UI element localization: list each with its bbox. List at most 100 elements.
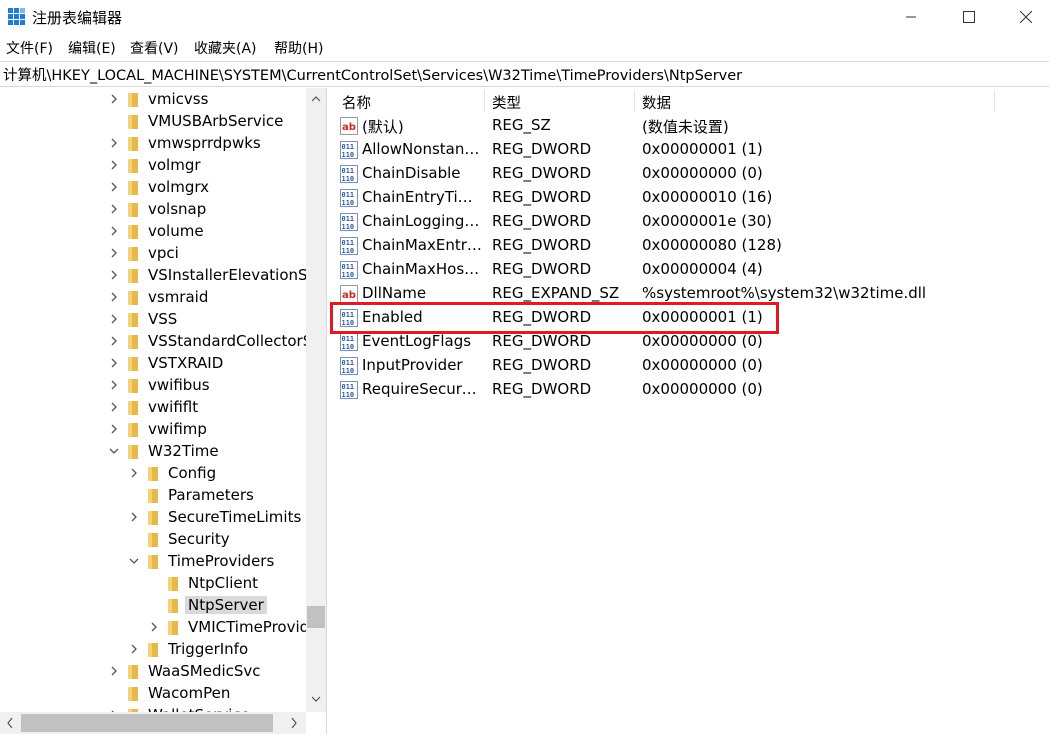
menu-favorites[interactable]: 收藏夹(A) <box>194 38 257 58</box>
chevron-right-icon[interactable] <box>108 356 120 370</box>
column-divider[interactable] <box>994 90 995 112</box>
chevron-down-icon[interactable] <box>128 554 140 568</box>
minimize-icon <box>906 16 916 18</box>
folder-icon <box>126 180 140 196</box>
chevron-right-icon[interactable] <box>108 268 120 282</box>
tree-item-vwififlt[interactable]: vwififlt <box>0 397 306 419</box>
chevron-right-icon[interactable] <box>108 136 120 150</box>
chevron-right-icon[interactable] <box>148 620 160 634</box>
chevron-right-icon[interactable] <box>108 664 120 678</box>
chevron-right-icon[interactable] <box>128 510 140 524</box>
tree-item-label: WacomPen <box>148 684 231 702</box>
menu-edit[interactable]: 编辑(E) <box>68 38 116 58</box>
chevron-right-icon[interactable] <box>128 466 140 480</box>
tree-item-waasmedicsvc[interactable]: WaaSMedicSvc <box>0 661 306 683</box>
tree-item-ntpserver[interactable]: NtpServer <box>0 595 306 617</box>
value-name: ChainMaxEntries <box>362 236 482 254</box>
value-data: 0x00000000 (0) <box>642 164 763 182</box>
chevron-down-icon[interactable] <box>108 444 120 458</box>
value-name: EventLogFlags <box>362 332 472 350</box>
chevron-right-icon[interactable] <box>108 180 120 194</box>
tree-item-timeproviders[interactable]: TimeProviders <box>0 551 306 573</box>
close-button[interactable] <box>1003 0 1049 34</box>
tree-item-volume[interactable]: volume <box>0 221 306 243</box>
chevron-right-icon[interactable] <box>108 92 120 106</box>
tree-item-securetimelimits[interactable]: SecureTimeLimits <box>0 507 306 529</box>
address-path[interactable]: 计算机\HKEY_LOCAL_MACHINE\SYSTEM\CurrentCon… <box>3 64 742 85</box>
column-header-data[interactable]: 数据 <box>632 88 994 114</box>
binary-value-icon: 011 110 <box>340 333 358 351</box>
chevron-right-icon[interactable] <box>108 400 120 414</box>
menu-help[interactable]: 帮助(H) <box>274 38 323 58</box>
tree-item-vpci[interactable]: vpci <box>0 243 306 265</box>
tree-item-vmictimeprovider[interactable]: VMICTimeProvider <box>0 617 306 639</box>
tree-item-vmwsprrdpwks[interactable]: vmwsprrdpwks <box>0 133 306 155</box>
tree-item-volmgr[interactable]: volmgr <box>0 155 306 177</box>
tree-item-walletservice[interactable]: WalletService <box>0 705 306 712</box>
chevron-right-icon[interactable] <box>108 246 120 260</box>
tree-item-security[interactable]: Security <box>0 529 306 551</box>
minimize-button[interactable] <box>888 0 934 34</box>
svg-text:110: 110 <box>342 175 355 183</box>
value-row-chainmaxentries[interactable]: 011 110 ChainMaxEntries REG_DWORD 0x00000080… <box>332 234 1049 258</box>
tree-item-w32time[interactable]: W32Time <box>0 441 306 463</box>
folder-icon <box>126 422 140 438</box>
address-bar[interactable]: 计算机\HKEY_LOCAL_MACHINE\SYSTEM\CurrentCon… <box>0 61 1049 87</box>
value-row-allownonstandardmodecombinations[interactable]: 011110AllowNonstandardModeCombinationsRE… <box>332 138 1049 162</box>
svg-text:110: 110 <box>342 247 355 255</box>
tree-item-label: vpci <box>148 244 179 262</box>
tree-item-vwifibus[interactable]: vwifibus <box>0 375 306 397</box>
tree-item-vsstandardcollectorservice150[interactable]: VSStandardCollectorService150 <box>0 331 306 353</box>
tree-item-vss[interactable]: VSS <box>0 309 306 331</box>
tree-item-vsinstallerelevationservice[interactable]: VSInstallerElevationService <box>0 265 306 287</box>
tree-item-vstxraid[interactable]: VSTXRAID <box>0 353 306 375</box>
value-row-chainloggingrate[interactable]: 011110ChainLoggingRateREG_DWORD0x0000001… <box>332 210 1049 234</box>
folder-icon <box>126 686 140 702</box>
value-row-chainmaxhostentries[interactable]: 011110ChainMaxHostEntriesREG_DWORD0x0000… <box>332 258 1049 282</box>
scroll-right-arrow-icon <box>291 717 297 729</box>
binary-value-icon: 011 110 <box>340 141 358 159</box>
chevron-right-icon[interactable] <box>128 642 140 656</box>
tree-horizontal-scrollbar[interactable] <box>0 712 306 734</box>
tree-item-label: vsmraid <box>148 288 209 306</box>
value-row-requiresecuretimesyncrequests[interactable]: 011110RequireSecureTimeSyncRequestsREG_D… <box>332 378 1049 402</box>
tree-item-volmgrx[interactable]: volmgrx <box>0 177 306 199</box>
tree-item-vsmraid[interactable]: vsmraid <box>0 287 306 309</box>
regedit-app-icon <box>8 8 25 25</box>
chevron-right-icon[interactable] <box>108 224 120 238</box>
chevron-right-icon[interactable] <box>108 422 120 436</box>
chevron-right-icon[interactable] <box>108 290 120 304</box>
value-row-chainentrytimeout[interactable]: 011110ChainEntryTimeoutREG_DWORD0x000000… <box>332 186 1049 210</box>
key-tree[interactable]: vmicvss VMUSBArbService vmwsprrdpwks volmgr… <box>0 88 306 712</box>
svg-text:110: 110 <box>342 391 355 399</box>
tree-item-volsnap[interactable]: volsnap <box>0 199 306 221</box>
tree-item-wacompen[interactable]: WacomPen <box>0 683 306 705</box>
chevron-right-icon[interactable] <box>108 378 120 392</box>
chevron-right-icon[interactable] <box>108 202 120 216</box>
tree-vertical-scrollbar[interactable] <box>306 88 326 712</box>
value-row-inputprovider[interactable]: 011 110 InputProvider REG_DWORD 0x00000000 (… <box>332 354 1049 378</box>
string-value-icon: ab <box>340 117 358 135</box>
value-type: REG_DWORD <box>492 236 592 254</box>
tree-item-config[interactable]: Config <box>0 463 306 485</box>
menu-file[interactable]: 文件(F) <box>6 38 53 58</box>
column-header-type[interactable]: 类型 <box>482 88 634 114</box>
maximize-button[interactable] <box>946 0 992 34</box>
chevron-right-icon[interactable] <box>108 158 120 172</box>
tree-item-triggerinfo[interactable]: TriggerInfo <box>0 639 306 661</box>
tree-item-vmicvss[interactable]: vmicvss <box>0 89 306 111</box>
value-type: REG_EXPAND_SZ <box>492 284 620 302</box>
menu-view[interactable]: 查看(V) <box>130 38 179 58</box>
column-header-name[interactable]: 名称 <box>332 88 484 114</box>
tree-item-ntpclient[interactable]: NtpClient <box>0 573 306 595</box>
chevron-right-icon[interactable] <box>108 334 120 348</box>
tree-item-parameters[interactable]: Parameters <box>0 485 306 507</box>
value-row-chaindisable[interactable]: 011 110 ChainDisable REG_DWORD 0x00000000 (0… <box>332 162 1049 186</box>
tree-item-vmusbarbservice[interactable]: VMUSBArbService <box>0 111 306 133</box>
chevron-right-icon[interactable] <box>108 312 120 326</box>
scroll-down-arrow-icon <box>311 696 321 702</box>
tree-item-vwifimp[interactable]: vwifimp <box>0 419 306 441</box>
tree-item-label: TimeProviders <box>168 552 275 570</box>
value-row-默认[interactable]: ab (默认) REG_SZ (数值未设置) <box>332 114 1049 138</box>
values-list[interactable]: 名称 类型 数据 ab (默认) REG_SZ (数值未设置) 011 110 AllowN… <box>332 88 1049 734</box>
